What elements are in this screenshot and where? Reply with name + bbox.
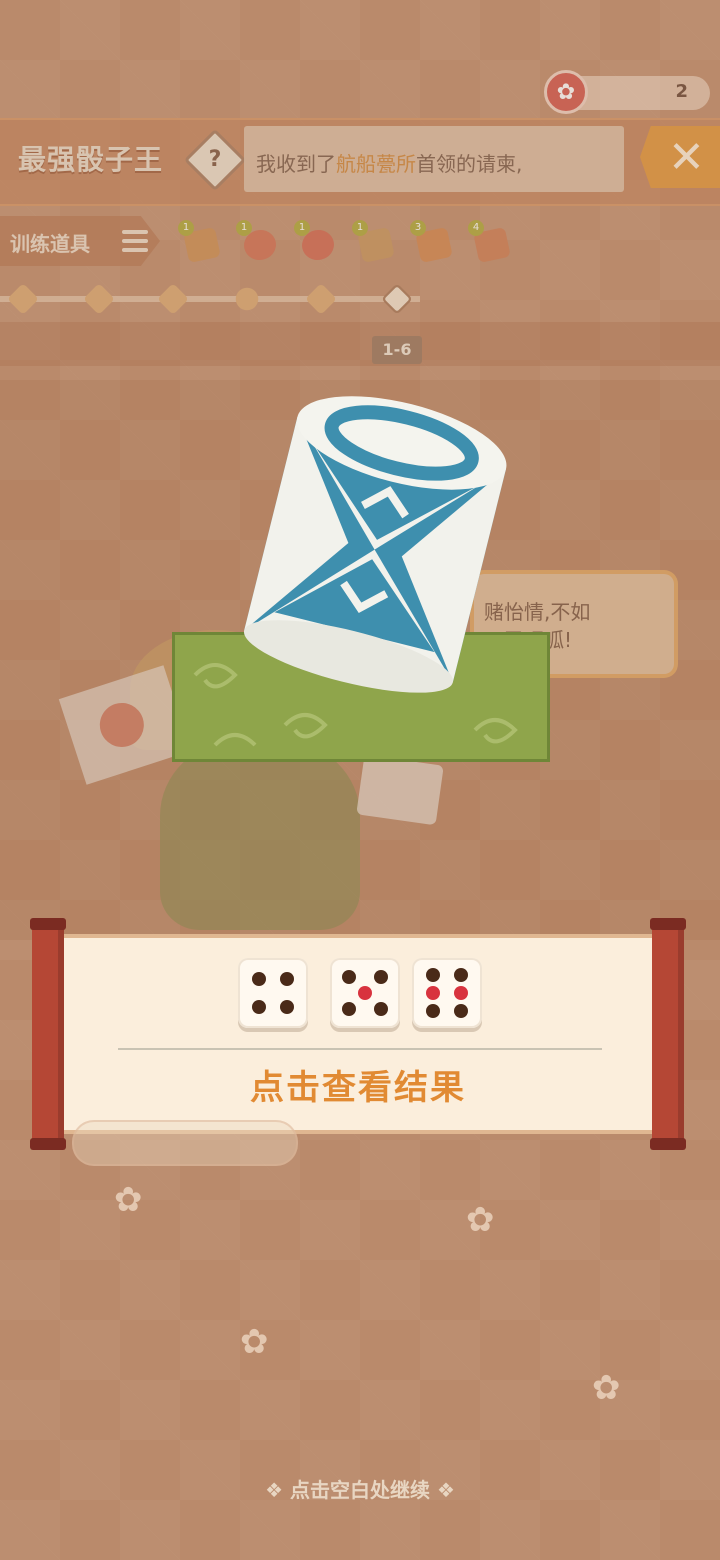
die-face-4 <box>238 958 308 1028</box>
flower-icon: ✿ <box>592 1368 621 1408</box>
continue-label: 点击空白处继续 <box>290 1478 430 1502</box>
result-scroll[interactable]: 点击查看结果 <box>30 918 686 1150</box>
die-face-6 <box>412 958 482 1028</box>
tap-to-continue[interactable]: ❖ 点击空白处继续 ❖ <box>0 1474 720 1503</box>
scroll-rod-right <box>650 918 686 1150</box>
dice-result-row <box>238 958 488 1030</box>
flower-icon: ✿ <box>466 1200 495 1240</box>
scroll-rod-left <box>30 918 66 1150</box>
flower-icon: ✿ <box>114 1180 143 1220</box>
faded-pill-button <box>72 1120 298 1166</box>
view-result-button[interactable]: 点击查看结果 <box>32 1060 684 1109</box>
flower-icon: ✿ <box>240 1322 269 1362</box>
divider <box>118 1048 602 1050</box>
die-face-5 <box>330 958 400 1028</box>
overlay-dim[interactable] <box>0 0 720 1560</box>
